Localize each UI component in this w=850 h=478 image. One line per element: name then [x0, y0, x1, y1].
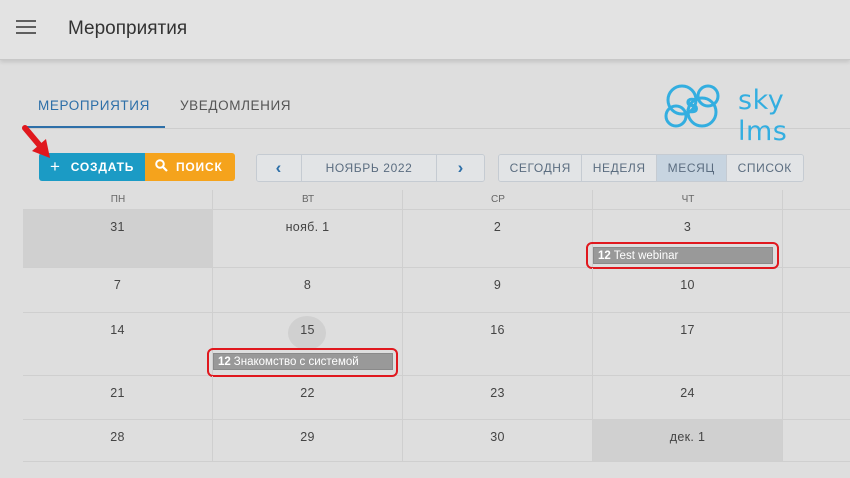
logo-text: sky lms	[738, 85, 788, 147]
day-cell[interactable]: 23	[403, 376, 593, 419]
search-button-label: ПОИСК	[176, 160, 223, 174]
page-title: Мероприятия	[68, 18, 188, 39]
week-row: 28 29 30 дек. 1	[23, 420, 850, 462]
sky-lms-logo-icon: S	[664, 84, 720, 128]
event-highlight-box	[586, 242, 779, 269]
event-highlight-box	[207, 348, 398, 377]
view-today-button[interactable]: СЕГОДНЯ	[499, 155, 583, 181]
day-cell[interactable]: 30	[403, 420, 593, 461]
day-cell[interactable]: 14	[23, 313, 213, 375]
next-month-button[interactable]: ›	[437, 155, 484, 181]
day-number: 7	[113, 278, 122, 292]
day-number: 24	[680, 386, 695, 400]
day-number: 29	[300, 430, 315, 444]
search-icon	[155, 157, 168, 177]
day-number: 21	[110, 386, 125, 400]
chevron-left-icon: ‹	[275, 158, 282, 177]
day-number: нояб. 1	[285, 220, 330, 234]
day-number: 10	[680, 278, 695, 292]
day-cell[interactable]: 10	[593, 268, 783, 312]
day-number: 30	[490, 430, 505, 444]
day-cell[interactable]: 3 12 Test webinar	[586, 210, 783, 269]
weekday-header: ПН ВТ СР ЧТ	[23, 190, 850, 210]
week-row: 31 нояб. 1 2 3 12 Test webinar	[23, 210, 850, 269]
week-row: 14 15 12 Знакомство с системой 16 17	[23, 313, 850, 377]
day-cell[interactable]: дек. 1	[593, 420, 783, 461]
period-navigator: ‹ НОЯБРЬ 2022 ›	[256, 154, 485, 182]
svg-text:S: S	[685, 94, 699, 118]
day-cell[interactable]: 22	[213, 376, 403, 419]
plus-icon: +	[50, 157, 61, 176]
create-button-label: СОЗДАТЬ	[70, 160, 135, 174]
day-number: 14	[110, 323, 125, 337]
create-button[interactable]: + СОЗДАТЬ	[39, 153, 145, 181]
day-cell[interactable]: 24	[593, 376, 783, 419]
day-number: 8	[303, 278, 312, 292]
day-cell[interactable]: 29	[213, 420, 403, 461]
day-cell[interactable]: 2	[403, 210, 593, 267]
day-cell[interactable]: нояб. 1	[213, 210, 403, 267]
day-number: 3	[683, 220, 692, 234]
day-cell[interactable]: 17	[593, 313, 783, 375]
day-number: 28	[110, 430, 125, 444]
red-arrow-icon	[22, 125, 50, 158]
day-number: 31	[110, 220, 125, 234]
tab-events[interactable]: МЕРОПРИЯТИЯ	[38, 98, 150, 113]
view-list-button[interactable]: СПИСОК	[726, 155, 803, 181]
week-row: 21 22 23 24	[23, 376, 850, 420]
day-number: 17	[680, 323, 695, 337]
day-number: 22	[300, 386, 315, 400]
current-period-button[interactable]: НОЯБРЬ 2022	[301, 155, 438, 181]
sky-lms-logo: S sky lms	[660, 80, 840, 147]
view-switcher: СЕГОДНЯ НЕДЕЛЯ МЕСЯЦ СПИСОК	[498, 154, 804, 182]
day-cell[interactable]: 9	[403, 268, 593, 312]
week-row: 7 8 9 10	[23, 268, 850, 313]
day-cell[interactable]: 21	[23, 376, 213, 419]
day-number: дек. 1	[669, 430, 706, 444]
day-cell[interactable]: 28	[23, 420, 213, 461]
day-number: 15	[300, 323, 315, 337]
day-cell[interactable]: 15 12 Знакомство с системой	[207, 313, 403, 377]
day-cell[interactable]: 7	[23, 268, 213, 312]
search-button[interactable]: ПОИСК	[145, 153, 235, 181]
view-month-button[interactable]: МЕСЯЦ	[656, 155, 727, 181]
view-week-button[interactable]: НЕДЕЛЯ	[582, 155, 657, 181]
chevron-right-icon: ›	[457, 158, 464, 177]
day-number: 2	[493, 220, 502, 234]
hamburger-icon[interactable]	[16, 20, 36, 38]
prev-month-button[interactable]: ‹	[257, 155, 302, 181]
app-header: Мероприятия	[0, 0, 850, 60]
day-number: 16	[490, 323, 505, 337]
day-number: 9	[493, 278, 502, 292]
day-cell[interactable]: 31	[23, 210, 213, 267]
events-panel: МЕРОПРИЯТИЯ УВЕДОМЛЕНИЯ S sky lms + СОЗД…	[23, 68, 850, 478]
day-cell[interactable]: 16	[403, 313, 593, 375]
day-number: 23	[490, 386, 505, 400]
day-cell[interactable]: 8	[213, 268, 403, 312]
tab-notifications[interactable]: УВЕДОМЛЕНИЯ	[180, 98, 291, 113]
